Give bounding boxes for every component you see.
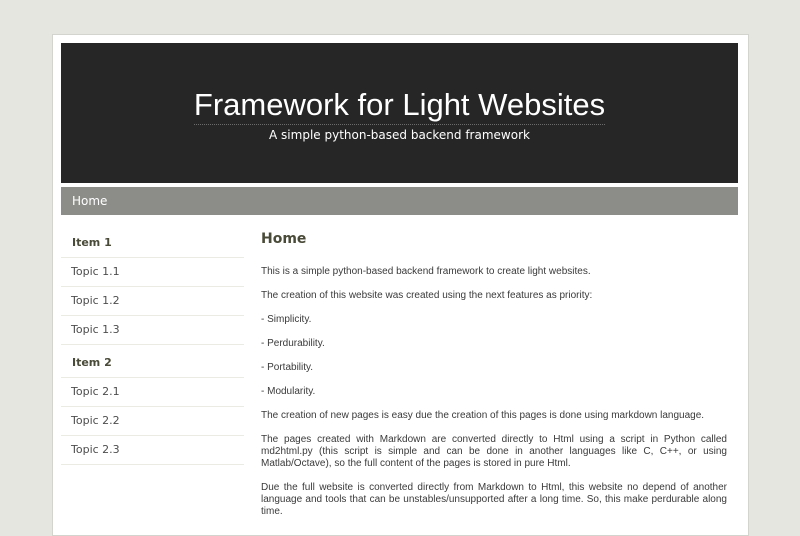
site-title: Framework for Light Websites xyxy=(193,87,606,125)
site-subtitle: A simple python-based backend framework xyxy=(269,128,530,142)
sidebar-link-topic-1-3[interactable]: Topic 1.3 xyxy=(61,316,244,345)
perdurable-paragraph: Due the full website is converted direct… xyxy=(261,482,727,517)
navbar: Home xyxy=(61,187,738,215)
nav-item-home[interactable]: Home xyxy=(61,187,107,215)
sidebar-link-topic-2-1[interactable]: Topic 2.1 xyxy=(61,378,244,407)
page-title: Home xyxy=(261,231,307,247)
sidebar-link-topic-1-1[interactable]: Topic 1.1 xyxy=(61,258,244,287)
sidebar-link-topic-1-2[interactable]: Topic 1.2 xyxy=(61,287,244,316)
intro-paragraph: This is a simple python-based backend fr… xyxy=(261,266,591,277)
feature-simplicity: - Simplicity. xyxy=(261,314,312,325)
sidebar: Item 1 Topic 1.1 Topic 1.2 Topic 1.3 Ite… xyxy=(61,229,244,465)
feature-modularity: - Modularity. xyxy=(261,386,316,397)
sidebar-heading-item-2: Item 2 xyxy=(61,349,244,378)
feature-portability: - Portability. xyxy=(261,362,314,373)
main-content: Home This is a simple python-based backe… xyxy=(261,229,727,530)
sidebar-heading-item-1: Item 1 xyxy=(61,229,244,258)
feature-perdurability: - Perdurability. xyxy=(261,338,325,349)
page-container: Framework for Light Websites A simple py… xyxy=(52,34,749,536)
priorities-paragraph: The creation of this website was created… xyxy=(261,290,593,301)
conversion-paragraph: The pages created with Markdown are conv… xyxy=(261,434,727,469)
markdown-paragraph: The creation of new pages is easy due th… xyxy=(261,410,705,421)
sidebar-link-topic-2-3[interactable]: Topic 2.3 xyxy=(61,436,244,465)
sidebar-link-topic-2-2[interactable]: Topic 2.2 xyxy=(61,407,244,436)
site-header: Framework for Light Websites A simple py… xyxy=(61,43,738,183)
